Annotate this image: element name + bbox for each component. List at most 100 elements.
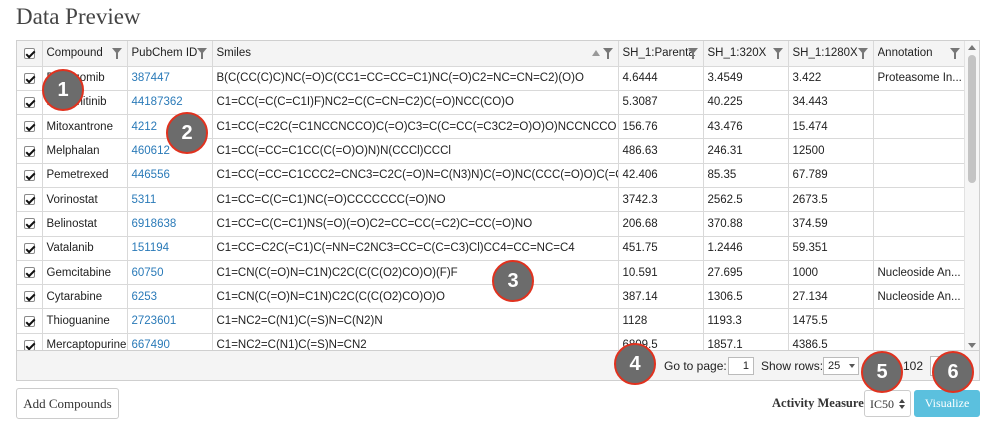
table-row[interactable]: Bortezomib387447B(C(CC(C)C)NC(=O)C(CC1=C… bbox=[17, 66, 966, 91]
cell-smiles: C1=CC=C2C(=C1)C(=NN=C2NC3=CC=C(C=C3)Cl)C… bbox=[212, 236, 619, 261]
row-checkbox[interactable] bbox=[17, 284, 43, 310]
checkbox-icon[interactable] bbox=[23, 266, 35, 278]
column-header-sh1-320x[interactable]: SH_1:320X bbox=[703, 41, 789, 67]
pubchem-link[interactable]: 387447 bbox=[132, 72, 170, 84]
row-checkbox[interactable] bbox=[17, 163, 43, 188]
cell-pubchem: 6253 bbox=[127, 284, 213, 310]
checkbox-icon[interactable] bbox=[23, 47, 35, 59]
table-row[interactable]: Pemetrexed 446556 C1=CC(=CC=C1CCC2=CNC3=C2… bbox=[17, 163, 966, 188]
column-header-annotation[interactable]: Annotation bbox=[873, 41, 966, 67]
pubchem-link[interactable]: 446556 bbox=[132, 169, 170, 181]
pubchem-link[interactable]: 667490 bbox=[132, 339, 170, 350]
column-header-sh1-1280x[interactable]: SH_1:1280X bbox=[788, 41, 874, 67]
table-row[interactable]: Belinostat 6918638 C1=CC=C(C=C1)NS(=O)(=O)… bbox=[17, 211, 966, 237]
cell-compound: Thioguanine bbox=[42, 308, 128, 334]
row-checkbox[interactable] bbox=[17, 236, 43, 261]
filter-icon[interactable] bbox=[602, 48, 613, 59]
table-row[interactable]: Mercaptopurine 667490 C1=NC2=C(N1)C(=S)N=C… bbox=[17, 333, 966, 350]
select-down-arrow-icon bbox=[899, 405, 905, 409]
sort-ascending-icon[interactable] bbox=[591, 50, 600, 56]
table-row[interactable]: Dacomitinib44187362C1=CC(=C(C=C1I)F)NC2=… bbox=[17, 90, 966, 116]
pubchem-link[interactable]: 6918638 bbox=[132, 218, 177, 230]
cell-sh1-1280x: 34.443 bbox=[788, 90, 874, 116]
pubchem-link[interactable]: 6253 bbox=[132, 291, 158, 303]
show-rows-select[interactable]: 25 bbox=[823, 357, 859, 375]
checkbox-icon[interactable] bbox=[23, 194, 35, 206]
cell-annotation: Nucleoside An... bbox=[873, 260, 966, 286]
checkbox-icon[interactable] bbox=[23, 145, 35, 157]
row-checkbox[interactable] bbox=[17, 260, 43, 286]
table-row[interactable]: Gemcitabine 60750 C1=CN(C(=O)N=C1N)C2C(C(C… bbox=[17, 260, 966, 286]
checkbox-icon[interactable] bbox=[23, 339, 35, 350]
checkbox-icon[interactable] bbox=[23, 218, 35, 230]
activity-measure-select[interactable]: IC50 bbox=[864, 390, 911, 417]
column-header-smiles[interactable]: Smiles bbox=[212, 41, 619, 67]
row-checkbox[interactable] bbox=[17, 66, 43, 91]
table-row[interactable]: Melphalan 460612 C1=CC(=CC=C1CC(C(=O)O)N)N… bbox=[17, 138, 966, 164]
grid-scrollbar[interactable] bbox=[964, 41, 979, 350]
cell-pubchem: 44187362 bbox=[127, 90, 213, 116]
goto-page-input[interactable]: 1 bbox=[728, 357, 754, 375]
checkbox-icon[interactable] bbox=[23, 291, 35, 303]
column-header-sh1-parental[interactable]: SH_1:Parenta bbox=[618, 41, 704, 67]
checkbox-icon[interactable] bbox=[23, 315, 35, 327]
filter-icon[interactable] bbox=[949, 48, 960, 59]
checkbox-icon[interactable] bbox=[23, 169, 35, 181]
scroll-down-icon[interactable] bbox=[968, 343, 976, 348]
filter-icon[interactable] bbox=[111, 48, 122, 59]
pubchem-link[interactable]: 60750 bbox=[132, 267, 164, 279]
pubchem-link[interactable]: 460612 bbox=[132, 145, 170, 157]
filter-icon[interactable] bbox=[772, 48, 783, 59]
row-checkbox[interactable] bbox=[17, 333, 43, 350]
checkbox-icon[interactable] bbox=[23, 72, 35, 84]
cell-sh1-320x: 40.225 bbox=[703, 90, 789, 116]
scroll-up-icon[interactable] bbox=[968, 45, 976, 50]
checkbox-icon[interactable] bbox=[23, 121, 35, 133]
row-checkbox[interactable] bbox=[17, 90, 43, 116]
filter-icon[interactable] bbox=[196, 48, 207, 59]
annotation-marker-5: 5 bbox=[861, 351, 903, 393]
cell-annotation bbox=[873, 90, 966, 116]
scroll-thumb[interactable] bbox=[968, 55, 976, 183]
column-header-compound[interactable]: Compound bbox=[42, 41, 128, 67]
table-row[interactable]: Vorinostat 5311 C1=CC=C(C=C1)NC(=O)CCCCCCC… bbox=[17, 187, 966, 213]
pubchem-link[interactable]: 5311 bbox=[132, 194, 157, 206]
cell-annotation: Proteasome In... bbox=[873, 66, 966, 91]
row-checkbox[interactable] bbox=[17, 114, 43, 140]
table-row[interactable]: Thioguanine 2723601 C1=NC2=C(N1)C(=S)N=C(N… bbox=[17, 308, 966, 334]
cell-sh1-320x: 1.2446 bbox=[703, 236, 789, 261]
goto-page-label: Go to page: bbox=[664, 359, 727, 373]
data-grid: Compound PubChem ID Smiles SH_1:Parenta … bbox=[16, 40, 980, 351]
add-compounds-button[interactable]: Add Compounds bbox=[16, 388, 119, 419]
row-range-text: 102 bbox=[903, 359, 924, 373]
cell-compound: Mercaptopurine bbox=[42, 333, 128, 350]
cell-smiles: C1=CC(=CC=C1CCC2=CNC3=C2C(=O)N=C(N3)N)C(… bbox=[212, 163, 619, 188]
checkbox-icon[interactable] bbox=[23, 242, 35, 254]
cell-sh1-1280x: 67.789 bbox=[788, 163, 874, 188]
pubchem-link[interactable]: 44187362 bbox=[132, 96, 183, 108]
row-checkbox[interactable] bbox=[17, 138, 43, 164]
checkbox-icon[interactable] bbox=[23, 96, 35, 108]
table-row[interactable]: Vatalanib 151194 C1=CC=C2C(=C1)C(=NN=C2NC3… bbox=[17, 236, 966, 261]
cell-smiles: C1=CC=C(C=C1)NC(=O)CCCCCCC(=O)NO bbox=[212, 187, 619, 213]
cell-sh1-parental: 42.406 bbox=[618, 163, 704, 188]
row-checkbox[interactable] bbox=[17, 308, 43, 334]
filter-icon[interactable] bbox=[687, 48, 698, 59]
activity-measure-label: Activity Measure bbox=[772, 396, 864, 410]
cell-annotation bbox=[873, 211, 966, 237]
table-row[interactable]: Cytarabine 6253 C1=CN(C(=O)N=C1N)C2C(C(C(O… bbox=[17, 284, 966, 310]
filter-icon[interactable] bbox=[857, 48, 868, 59]
cell-sh1-320x: 85.35 bbox=[703, 163, 789, 188]
pubchem-link[interactable]: 2723601 bbox=[132, 315, 177, 327]
row-checkbox[interactable] bbox=[17, 187, 43, 213]
pubchem-link[interactable]: 4212 bbox=[132, 121, 158, 133]
table-row[interactable]: Mitoxantrone 4212 C1=CC(=C2C(=C1NCCNCCO)C(… bbox=[17, 114, 966, 140]
select-up-arrow-icon bbox=[899, 399, 905, 403]
select-all-checkbox[interactable] bbox=[17, 41, 43, 67]
cell-sh1-320x: 1857.1 bbox=[703, 333, 789, 350]
pubchem-link[interactable]: 151194 bbox=[132, 242, 170, 254]
visualize-button[interactable]: Visualize bbox=[914, 390, 980, 417]
column-header-pubchem[interactable]: PubChem ID bbox=[127, 41, 213, 67]
cell-compound: Belinostat bbox=[42, 211, 128, 237]
row-checkbox[interactable] bbox=[17, 211, 43, 237]
